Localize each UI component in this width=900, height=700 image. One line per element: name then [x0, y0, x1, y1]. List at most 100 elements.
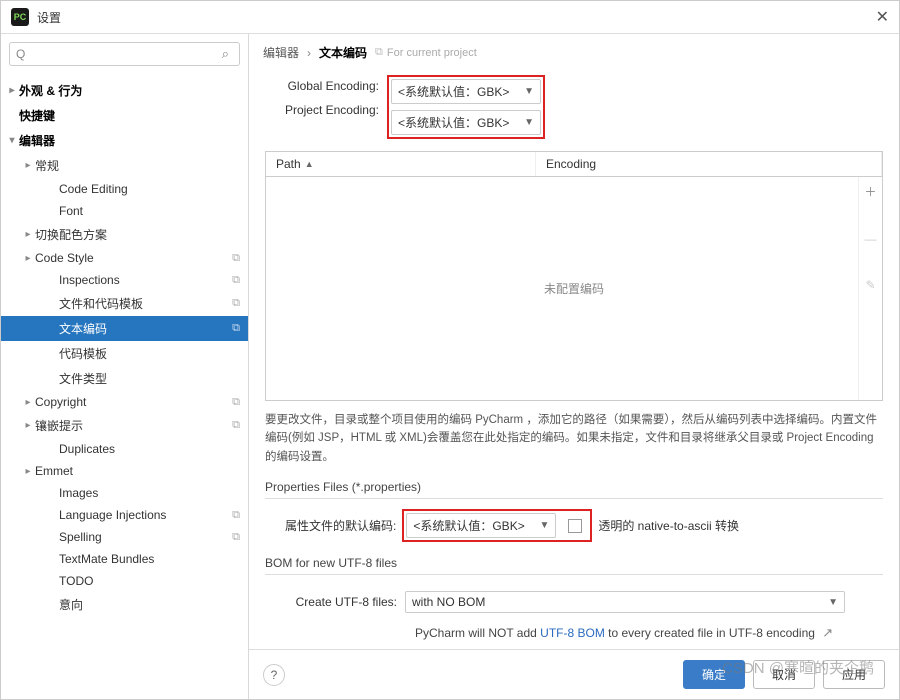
tree-item-label: 文件类型 — [59, 370, 240, 387]
properties-group-label: Properties Files (*.properties) — [265, 480, 883, 494]
tree-arrow-icon: ▸ — [5, 85, 19, 96]
window-title: 设置 — [37, 9, 61, 26]
tree-arrow-icon: ▸ — [21, 229, 35, 240]
tree-item-label: TextMate Bundles — [59, 552, 240, 566]
project-encoding-dropdown[interactable]: <系统默认值：GBK> ▼ — [391, 110, 541, 135]
create-utf8-dropdown[interactable]: with NO BOM ▼ — [405, 591, 845, 613]
tree-item[interactable]: Duplicates — [1, 438, 248, 460]
utf8-bom-link[interactable]: UTF-8 BOM — [540, 626, 605, 640]
add-icon[interactable]: ＋ — [864, 183, 876, 200]
properties-highlight-box: <系统默认值：GBK> ▼ — [402, 509, 592, 542]
sidebar: Q ⌕ ▸外观 & 行为快捷键▾编辑器▸常规Code EditingFont▸切… — [1, 34, 249, 699]
settings-window: PC 设置 ✕ Q ⌕ ▸外观 & 行为快捷键▾编辑器▸常规Code Editi… — [0, 0, 900, 700]
encoding-column-header[interactable]: Encoding — [536, 152, 882, 176]
tree-item[interactable]: 文件类型 — [1, 366, 248, 391]
tree-item[interactable]: ▸外观 & 行为 — [1, 78, 248, 103]
tree-item[interactable]: ▸Copyright⧉ — [1, 391, 248, 413]
tree-item-label: Emmet — [35, 464, 240, 478]
tree-item[interactable]: Inspections⧉ — [1, 269, 248, 291]
breadcrumb-sep: › — [307, 46, 311, 60]
copy-icon: ⧉ — [375, 46, 383, 59]
bom-group-label: BOM for new UTF-8 files — [265, 556, 883, 570]
scope-badge-icon: ⧉ — [232, 531, 240, 544]
encoding-highlight-box: <系统默认值：GBK> ▼ <系统默认值：GBK> ▼ — [387, 75, 545, 139]
tree-item-label: Duplicates — [59, 442, 240, 456]
path-column-header[interactable]: Path ▲ — [266, 152, 536, 176]
tree-item[interactable]: 代码模板 — [1, 341, 248, 366]
tree-item-label: 意向 — [59, 596, 240, 613]
scope-badge-icon: ⧉ — [232, 322, 240, 335]
tree-item[interactable]: TODO — [1, 570, 248, 592]
breadcrumb-parent[interactable]: 编辑器 — [263, 44, 299, 61]
scope-badge: ⧉ For current project — [375, 46, 477, 59]
help-icon[interactable]: ? — [263, 664, 285, 686]
tree-item[interactable]: 文本编码 ⧉ — [1, 316, 248, 341]
edit-icon[interactable]: ✎ — [865, 278, 875, 292]
tree-item[interactable]: Spelling⧉ — [1, 526, 248, 548]
properties-encoding-dropdown[interactable]: <系统默认值：GBK> ▼ — [406, 513, 556, 538]
tree-arrow-icon: ▾ — [5, 135, 19, 146]
scope-badge-icon: ⧉ — [232, 274, 240, 287]
tree-item[interactable]: ▸常规 — [1, 153, 248, 178]
tree-item[interactable]: Font — [1, 200, 248, 222]
tree-item[interactable]: TextMate Bundles — [1, 548, 248, 570]
chevron-down-icon: ▼ — [518, 117, 534, 128]
empty-table-text: 未配置编码 — [544, 280, 604, 297]
close-icon[interactable]: ✕ — [876, 7, 889, 27]
tree-item-label: 镶嵌提示 — [35, 417, 228, 434]
ok-button[interactable]: 确定 — [683, 660, 745, 689]
scope-badge-icon: ⧉ — [232, 297, 240, 310]
tree-arrow-icon: ▸ — [21, 397, 35, 408]
tree-item[interactable]: ▸镶嵌提示 ⧉ — [1, 413, 248, 438]
search-input[interactable] — [29, 47, 221, 61]
native-to-ascii-checkbox[interactable] — [568, 519, 582, 533]
tree-item[interactable]: ▸Code Style⧉ — [1, 247, 248, 269]
external-link-icon[interactable]: ↗ — [822, 625, 833, 640]
tree-item-label: 快捷键 — [19, 107, 240, 124]
tree-item[interactable]: 文件和代码模板⧉ — [1, 291, 248, 316]
encoding-hint: 要更改文件，目录或整个项目使用的编码 PyCharm ，添加它的路径（如果需要）… — [265, 411, 883, 466]
tree-item[interactable]: 快捷键 — [1, 103, 248, 128]
tree-item-label: TODO — [59, 574, 240, 588]
settings-tree: ▸外观 & 行为快捷键▾编辑器▸常规Code EditingFont▸切换配色方… — [1, 74, 248, 699]
tree-arrow-icon: ▸ — [21, 420, 35, 431]
chevron-down-icon: ▼ — [518, 86, 534, 97]
tree-item-label: 文本编码 — [59, 320, 228, 337]
scope-badge-icon: ⧉ — [232, 509, 240, 522]
tree-item-label: Font — [59, 204, 240, 218]
tree-arrow-icon: ▸ — [21, 466, 35, 477]
remove-icon[interactable]: — — [865, 232, 877, 246]
apply-button[interactable]: 应用 — [823, 660, 885, 689]
footer: ? 确定 取消 应用 — [249, 649, 899, 699]
breadcrumb-current: 文本编码 — [319, 44, 367, 61]
tree-item[interactable]: ▾编辑器 — [1, 128, 248, 153]
cancel-button[interactable]: 取消 — [753, 660, 815, 689]
chevron-down-icon: ▼ — [533, 520, 549, 531]
global-encoding-dropdown[interactable]: <系统默认值：GBK> ▼ — [391, 79, 541, 104]
tree-item[interactable]: Language Injections⧉ — [1, 504, 248, 526]
tree-item-label: 编辑器 — [19, 132, 240, 149]
native-to-ascii-label: 透明的 native-to-ascii 转换 — [598, 517, 739, 534]
tree-item-label: Copyright — [35, 395, 228, 409]
app-icon: PC — [11, 8, 29, 26]
create-utf8-label: Create UTF-8 files: — [285, 595, 405, 609]
tree-item[interactable]: ▸Emmet — [1, 460, 248, 482]
search-icon: ⌕ — [222, 46, 229, 62]
tree-item-label: Code Editing — [59, 182, 240, 196]
tree-item[interactable]: ▸切换配色方案 — [1, 222, 248, 247]
tree-item-label: 切换配色方案 — [35, 226, 240, 243]
project-encoding-label: Project Encoding: — [265, 103, 379, 117]
search-input-wrapper[interactable]: Q ⌕ — [9, 42, 240, 66]
tree-item[interactable]: Code Editing — [1, 178, 248, 200]
properties-default-label: 属性文件的默认编码: — [285, 517, 396, 534]
sort-asc-icon: ▲ — [305, 159, 314, 169]
bom-note: PyCharm will NOT add UTF-8 BOM to every … — [265, 619, 883, 641]
tree-arrow-icon: ▸ — [21, 160, 35, 171]
tree-arrow-icon: ▸ — [21, 253, 35, 264]
tree-item[interactable]: Images — [1, 482, 248, 504]
tree-item[interactable]: 意向 — [1, 592, 248, 617]
breadcrumb: 编辑器 › 文本编码 ⧉ For current project — [249, 34, 899, 67]
tree-item-label: 常规 — [35, 157, 240, 174]
chevron-down-icon: ▼ — [822, 597, 838, 608]
scope-badge-icon: ⧉ — [232, 419, 240, 432]
